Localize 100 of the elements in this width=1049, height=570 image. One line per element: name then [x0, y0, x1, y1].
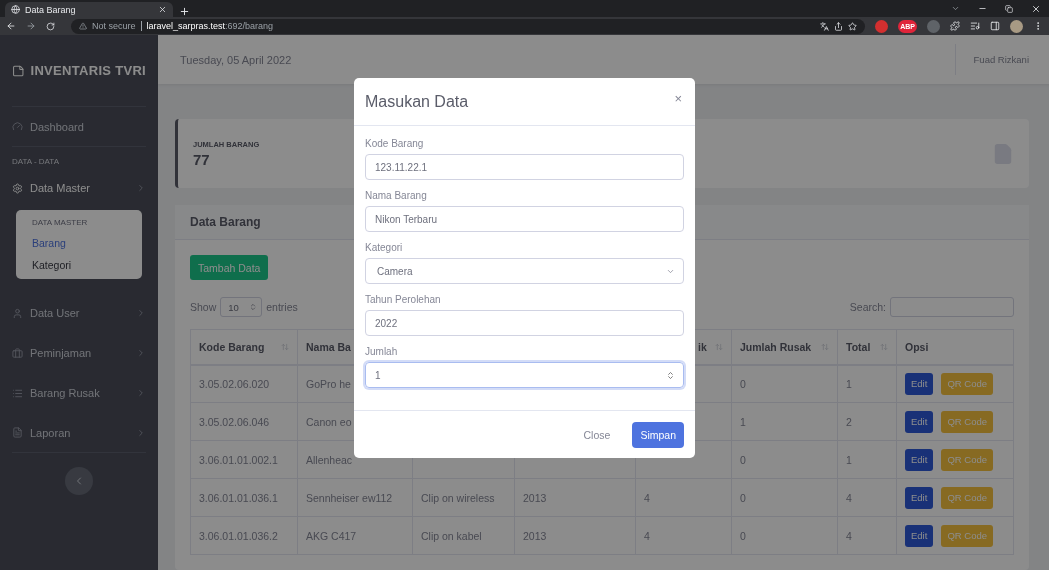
table-cell: 4: [635, 478, 732, 517]
sidebar-item[interactable]: Data User: [12, 293, 146, 333]
select-field[interactable]: Camera: [365, 258, 684, 284]
table-cell: Clip on kabel: [412, 516, 515, 555]
date-text: Tuesday, 05 April 2022: [180, 53, 292, 66]
url-text: laravel_sarpras.test:692/barang: [146, 21, 274, 31]
table-cell: Clip on wireless: [412, 478, 515, 517]
chevron-icon[interactable]: [951, 4, 960, 13]
sidebar-item-icon: [12, 387, 23, 399]
table-cell: 1: [837, 364, 897, 403]
chevron-icon: [136, 308, 146, 318]
edit-button[interactable]: Edit: [905, 372, 934, 395]
star-icon[interactable]: [848, 21, 858, 31]
sort-icon: [281, 342, 289, 351]
table-cell: 3.06.01.01.036.2: [190, 516, 298, 555]
address-bar[interactable]: Not secure laravel_sarpras.test:692/barang: [71, 18, 866, 34]
forward-icon[interactable]: [26, 21, 36, 31]
side-panel-icon[interactable]: [990, 21, 1000, 31]
column-header: Opsi: [896, 329, 1014, 365]
sidebar-heading: DATA - DATA: [12, 156, 60, 168]
puzzle-icon[interactable]: [950, 21, 960, 31]
input-field[interactable]: 123.11.22.1: [365, 154, 684, 180]
table-cell: 2: [837, 402, 897, 441]
restore-icon[interactable]: [1005, 4, 1013, 13]
modal-title: Masukan Data: [365, 92, 469, 111]
column-header[interactable]: Jumlah Rusak: [731, 329, 838, 365]
table-cell: 0: [731, 516, 838, 555]
table-cell: 1: [731, 402, 838, 441]
field-label: Nama Barang: [365, 190, 428, 201]
share-icon[interactable]: [834, 21, 844, 31]
chevron-icon: [136, 183, 146, 193]
table-cell: Sennheiser ew112: [297, 478, 413, 517]
sidebar-item-icon: [12, 182, 23, 194]
table-cell: 3.06.01.01.002.1: [190, 440, 298, 479]
field-label: Kategori: [365, 242, 404, 253]
card-title: Data Barang: [190, 215, 261, 229]
submenu-item[interactable]: Kategori: [32, 259, 126, 271]
search-field[interactable]: [890, 297, 1014, 317]
playlist-icon[interactable]: [970, 21, 980, 31]
input-field[interactable]: 2022: [365, 310, 684, 336]
sidebar-item[interactable]: Peminjaman: [12, 333, 146, 373]
close-button[interactable]: ×: [672, 91, 684, 106]
column-header[interactable]: Kode Barang: [190, 329, 298, 365]
edit-button[interactable]: Edit: [905, 486, 934, 509]
warning-icon: [79, 22, 87, 30]
table-cell: 2013: [514, 516, 636, 555]
chevron-icon: [136, 348, 146, 358]
table-cell: 0: [731, 440, 838, 479]
security-label: Not secure: [92, 21, 136, 31]
save-button[interactable]: Simpan: [632, 421, 684, 448]
table-cell: 0: [731, 478, 838, 517]
add-data-button[interactable]: Tambah Data: [190, 255, 269, 280]
stat-value: 77: [193, 150, 210, 168]
user-name[interactable]: Fuad Rizkani: [954, 44, 1029, 75]
sidebar-item[interactable]: Dashboard: [12, 107, 146, 147]
field-label: Tahun Perolehan: [365, 294, 442, 305]
table-cell: 1: [837, 440, 897, 479]
submenu-item[interactable]: Barang: [32, 237, 126, 249]
extension-icon[interactable]: [875, 19, 889, 33]
entries-select[interactable]: 10: [220, 297, 263, 317]
column-header[interactable]: Total: [837, 329, 897, 365]
avatar[interactable]: [1010, 19, 1023, 33]
edit-button[interactable]: Edit: [905, 410, 934, 433]
input-field[interactable]: 1: [365, 362, 684, 388]
globe-icon: [11, 5, 20, 14]
sidebar-item-icon: [12, 427, 23, 438]
reload-icon[interactable]: [46, 21, 55, 31]
input-field[interactable]: Nikon Terbaru: [365, 206, 684, 232]
sidebar-item-icon: [12, 347, 23, 359]
spinner-icon: [249, 303, 258, 311]
chevron-icon: [136, 388, 146, 398]
chevron-icon: [136, 427, 146, 438]
field-label: Kode Barang: [365, 138, 425, 149]
close-button[interactable]: Close: [575, 421, 619, 448]
new-tab-icon[interactable]: [179, 6, 190, 17]
entries-label: entries: [266, 301, 298, 313]
browser-tab[interactable]: Data Barang: [5, 2, 173, 17]
back-icon[interactable]: [6, 21, 16, 31]
table-cell: 3.06.01.01.036.1: [190, 478, 298, 517]
table-cell: 0: [731, 364, 838, 403]
translate-icon[interactable]: [820, 21, 830, 31]
show-label: Show: [190, 301, 217, 313]
edit-button[interactable]: Edit: [905, 448, 934, 471]
sort-icon: [715, 342, 723, 351]
close-icon[interactable]: [158, 5, 167, 14]
search-label: Search:: [849, 301, 886, 313]
sidebar-item[interactable]: Barang Rusak: [12, 373, 146, 413]
sidebar-item-icon: [12, 121, 23, 132]
sort-icon: [821, 342, 829, 351]
submenu-heading: DATA MASTER: [32, 218, 89, 227]
table-cell: AKG C417: [297, 516, 413, 555]
brand-name: INVENTARIS TVRI: [30, 63, 146, 78]
sidebar-item[interactable]: Data Master: [12, 168, 146, 208]
field-label: Jumlah: [365, 346, 399, 357]
sidebar-item-icon: [12, 307, 23, 319]
close-icon[interactable]: [1031, 3, 1041, 14]
edit-button[interactable]: Edit: [905, 524, 934, 547]
table-cell: 4: [837, 478, 897, 517]
spinner-icon[interactable]: [666, 370, 675, 380]
sidebar-item[interactable]: Laporan: [12, 413, 146, 453]
